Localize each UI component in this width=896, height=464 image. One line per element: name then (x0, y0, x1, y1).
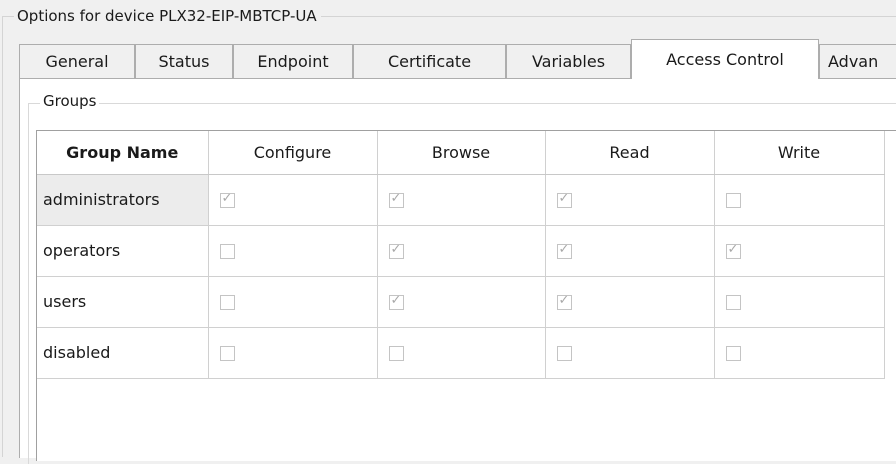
tab-label: Variables (531, 52, 606, 71)
group-name-cell[interactable]: disabled (37, 327, 209, 379)
table-row[interactable]: administrators (37, 174, 885, 226)
tab-general[interactable]: General (19, 44, 135, 78)
write-checkbox[interactable] (725, 294, 741, 310)
write-checkbox[interactable] (725, 345, 741, 361)
configure-checkbox[interactable] (219, 294, 235, 310)
tab-access-control[interactable]: Access Control (631, 39, 819, 79)
table-row[interactable]: users (37, 276, 885, 328)
table-row[interactable]: operators (37, 225, 885, 277)
tab-label: Access Control (666, 50, 784, 69)
browse-checkbox[interactable] (388, 242, 404, 259)
configure-checkbox[interactable] (219, 345, 235, 361)
browse-checkbox[interactable] (388, 345, 404, 361)
table-row[interactable]: disabled (37, 327, 885, 379)
tab-endpoint[interactable]: Endpoint (233, 44, 353, 78)
configure-checkbox[interactable] (219, 191, 235, 208)
write-checkbox[interactable] (725, 192, 741, 208)
tab-status[interactable]: Status (135, 44, 233, 78)
device-options-legend: Options for device PLX32-EIP-MBTCP-UA (14, 6, 321, 26)
tab-certificate[interactable]: Certificate (353, 44, 506, 78)
read-checkbox[interactable] (556, 242, 572, 259)
tab-advanced[interactable]: Advan (819, 44, 896, 78)
browse-checkbox[interactable] (388, 191, 404, 208)
column-header-configure[interactable]: Configure (208, 131, 378, 175)
column-header-group-name[interactable]: Group Name (37, 131, 209, 175)
column-header-write[interactable]: Write (714, 131, 885, 175)
tab-label: Advan (828, 52, 879, 71)
group-name-cell[interactable]: administrators (37, 174, 209, 226)
read-checkbox[interactable] (556, 345, 572, 361)
column-header-read[interactable]: Read (545, 131, 715, 175)
browse-checkbox[interactable] (388, 293, 404, 310)
tab-label: General (45, 52, 109, 71)
column-header-browse[interactable]: Browse (377, 131, 546, 175)
table-header-row: Group Name Configure Browse Read Write (37, 131, 885, 175)
group-name-cell[interactable]: operators (37, 225, 209, 277)
group-name-cell[interactable]: users (37, 276, 209, 328)
tab-variables[interactable]: Variables (506, 44, 631, 78)
read-checkbox[interactable] (556, 293, 572, 310)
tab-label: Status (158, 52, 210, 71)
tab-label: Endpoint (257, 52, 329, 71)
groups-table: Group Name Configure Browse Read Write a… (36, 130, 896, 461)
tab-label: Certificate (387, 52, 472, 71)
configure-checkbox[interactable] (219, 243, 235, 259)
groups-legend: Groups (40, 91, 100, 111)
read-checkbox[interactable] (556, 191, 572, 208)
write-checkbox[interactable] (725, 242, 741, 259)
